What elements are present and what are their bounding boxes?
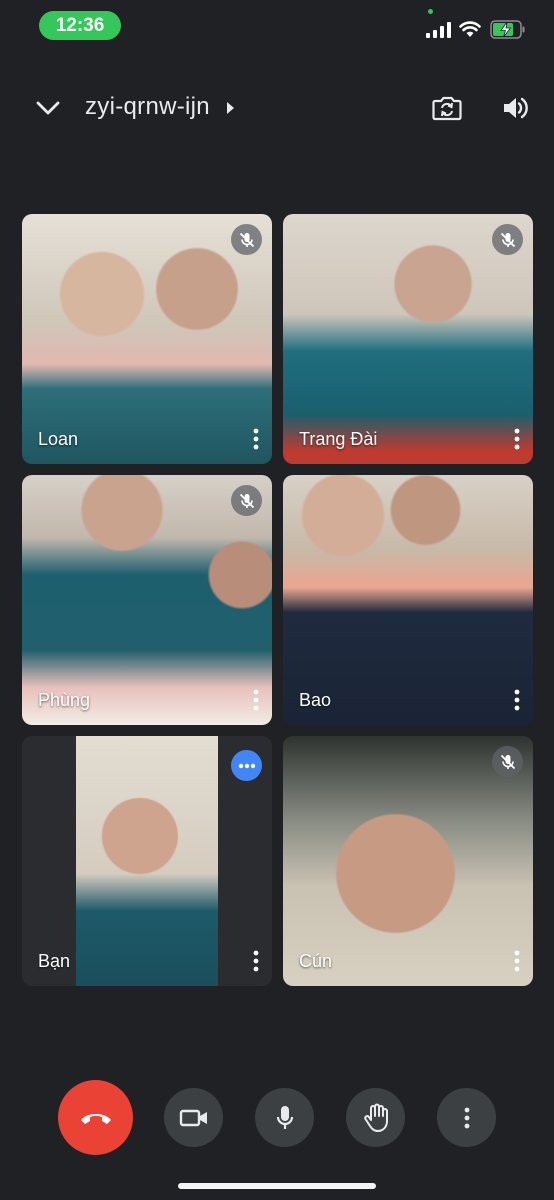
mic-off-icon — [500, 754, 515, 769]
participant-name: Trang Đài — [299, 429, 378, 449]
participant-tile[interactable]: Loan — [22, 214, 272, 464]
participant-tile[interactable]: Bao — [283, 475, 533, 725]
participant-name: Cún — [299, 951, 333, 971]
participant-name: Loan — [38, 429, 79, 449]
muted-indicator — [492, 224, 523, 255]
participant-video — [283, 475, 533, 725]
hang-up-icon — [80, 1113, 111, 1124]
participant-options-button[interactable] — [507, 685, 527, 715]
raise-hand-icon — [363, 1103, 388, 1132]
participant-options-button[interactable] — [246, 685, 266, 715]
participant-tile[interactable]: Bạn — [22, 736, 272, 986]
more-vert-icon — [514, 428, 520, 450]
status-bar: 12:36 — [0, 0, 554, 52]
home-indicator[interactable] — [178, 1183, 376, 1189]
participant-options-button[interactable] — [246, 424, 266, 454]
speaking-indicator — [231, 750, 262, 781]
call-controls — [0, 1080, 554, 1156]
participant-tile[interactable]: Phùng — [22, 475, 272, 725]
camera-toggle-button[interactable] — [164, 1088, 223, 1147]
muted-indicator — [492, 746, 523, 777]
participant-tile[interactable]: Cún — [283, 736, 533, 986]
meeting-header: zyi-qrnw-ijn — [0, 80, 554, 136]
meeting-code[interactable]: zyi-qrnw-ijn — [85, 93, 210, 121]
collapse-button[interactable] — [20, 80, 76, 136]
more-options-button[interactable] — [437, 1088, 496, 1147]
caret-right-icon[interactable] — [224, 100, 236, 116]
speaker-icon — [504, 97, 528, 119]
cellular-signal-icon — [426, 22, 451, 38]
privacy-indicator-dot — [428, 9, 433, 14]
muted-indicator — [231, 485, 262, 516]
mic-off-icon — [239, 493, 254, 508]
video-camera-icon — [179, 1109, 207, 1126]
participant-video — [76, 736, 218, 986]
switch-camera-icon — [432, 96, 462, 121]
audio-output-button[interactable] — [488, 80, 544, 136]
more-vert-icon — [464, 1107, 469, 1128]
participant-tile[interactable]: Trang Đài — [283, 214, 533, 464]
mic-off-icon — [239, 232, 254, 247]
participant-video — [22, 475, 272, 725]
raise-hand-button[interactable] — [346, 1088, 405, 1147]
switch-camera-button[interactable] — [419, 80, 475, 136]
microphone-toggle-button[interactable] — [255, 1088, 314, 1147]
battery-charging-icon — [490, 20, 525, 39]
participant-video — [283, 214, 533, 464]
more-vert-icon — [514, 950, 520, 972]
more-vert-icon — [253, 950, 259, 972]
microphone-icon — [276, 1105, 293, 1129]
participant-options-button[interactable] — [507, 424, 527, 454]
end-call-button[interactable] — [58, 1080, 133, 1155]
participant-options-button[interactable] — [246, 946, 266, 976]
audio-activity-icon — [238, 763, 255, 768]
mic-off-icon — [500, 232, 515, 247]
participant-name: Bạn — [38, 951, 71, 971]
participant-name: Bao — [299, 690, 332, 710]
more-vert-icon — [253, 689, 259, 711]
muted-indicator — [231, 224, 262, 255]
status-clock: 12:36 — [39, 11, 121, 40]
more-vert-icon — [514, 689, 520, 711]
chevron-down-icon — [36, 101, 60, 115]
participant-options-button[interactable] — [507, 946, 527, 976]
more-vert-icon — [253, 428, 259, 450]
participant-video — [283, 736, 533, 986]
participant-name: Phùng — [38, 690, 91, 710]
participant-video — [22, 214, 272, 464]
wifi-icon — [459, 21, 481, 37]
